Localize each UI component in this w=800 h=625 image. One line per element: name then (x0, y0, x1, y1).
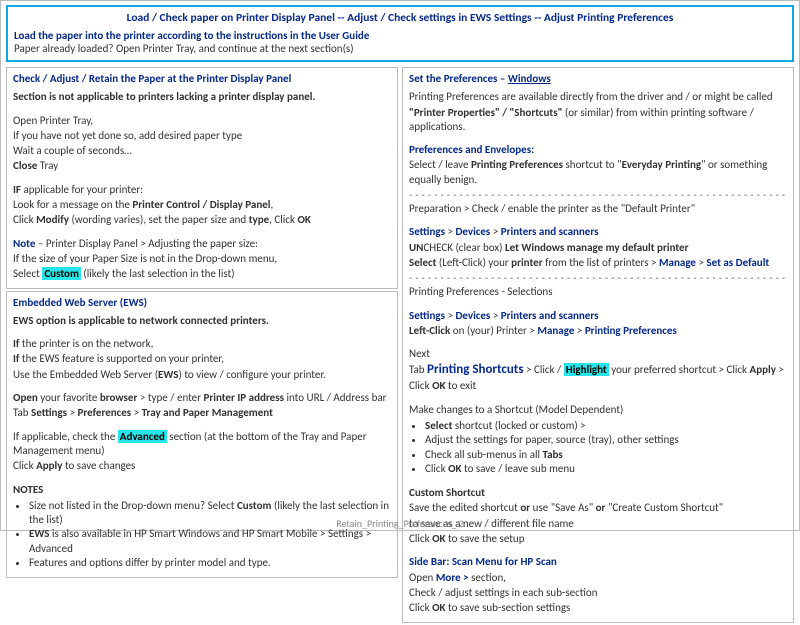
section-check-adjust-paper: Check / Adjust / Retain the Paper at the… (6, 67, 398, 289)
text: Check / adjust settings in each sub-sect… (409, 586, 787, 600)
section-title: Set the Preferences – Windows (409, 72, 787, 86)
shortcut-list: Select shortcut (locked or custom) > Adj… (425, 419, 787, 476)
text: Open More > section, (409, 571, 787, 585)
text: Select / leave Printing Preferences shor… (409, 158, 787, 187)
text: Preferences and Envelopes: (409, 143, 787, 157)
text: Open Printer Tray, (13, 114, 391, 128)
text: Settings > Devices > Printers and scanne… (409, 309, 787, 323)
section-ews: Embedded Web Server (EWS) EWS option is … (6, 291, 398, 579)
text: Click Modify (wording varies), set the p… (13, 213, 391, 227)
list-item: EWS is also available in HP Smart Window… (29, 527, 391, 556)
text: EWS option is applicable to network conn… (13, 314, 391, 328)
separator: - - - - - - - - - - - - - - - - - - - - … (409, 271, 787, 284)
text: Custom Shortcut (409, 486, 787, 500)
notes-heading: NOTES (13, 483, 391, 497)
text: If the EWS feature is supported on your … (13, 352, 391, 366)
notes-list: Size not listed in the Drop-down menu? S… (29, 499, 391, 570)
banner-line2: Paper already loaded? Open Printer Tray,… (14, 42, 786, 55)
section-set-preferences: Set the Preferences – Windows Printing P… (402, 67, 794, 623)
list-item: Adjust the settings for paper, source (t… (425, 433, 787, 447)
text: Tab Settings > Preferences > Tray and Pa… (13, 406, 391, 420)
text: Section is not applicable to printers la… (13, 90, 391, 104)
text: Click OK to save the setup (409, 532, 787, 546)
separator: - - - - - - - - - - - - - - - - - - - - … (409, 188, 787, 201)
text: Make changes to a Shortcut (Model Depend… (409, 403, 787, 417)
list-item: Select shortcut (locked or custom) > (425, 419, 787, 433)
text: If you have not yet done so, add desired… (13, 129, 391, 143)
text: Look for a message on the Printer Contro… (13, 198, 391, 212)
text: If the size of your Paper Size is not in… (13, 252, 391, 266)
text: Use the Embedded Web Server (EWS) to vie… (13, 368, 391, 382)
text: Note – Printer Display Panel > Adjusting… (13, 237, 391, 251)
text: Side Bar: Scan Menu for HP Scan (409, 555, 787, 569)
list-item: Check all sub-menus in all Tabs (425, 448, 787, 462)
list-item: Features and options differ by printer m… (29, 556, 391, 570)
text: If the printer is on the network, (13, 337, 391, 351)
list-item: Click OK to save / leave sub menu (425, 462, 787, 476)
text: Left-Click on (your) Printer > Manage > … (409, 324, 787, 338)
section-title: Embedded Web Server (EWS) (13, 296, 391, 310)
text: If applicable, check the Advanced sectio… (13, 430, 391, 459)
text: UNCHECK (clear box) Let Windows manage m… (409, 241, 787, 255)
text: Select Custom (likely the last selection… (13, 267, 391, 281)
banner-box: Load / Check paper on Printer Display Pa… (6, 5, 794, 62)
text: Settings > Devices > Printers and scanne… (409, 225, 787, 239)
text: Next (409, 347, 787, 361)
text: Save the edited shortcut or use "Save As… (409, 501, 787, 515)
text: Printing Preferences - Selections (409, 285, 787, 299)
text: Wait a couple of seconds… (13, 144, 391, 158)
text: Printing Preferences are available direc… (409, 90, 787, 104)
text: Tab Printing Shortcuts > Click / Highlig… (409, 362, 787, 393)
text: Open your favorite browser > type / ente… (13, 391, 391, 405)
text: "Printer Properties" / "Shortcuts" (or s… (409, 106, 787, 135)
banner-line1: Load the paper into the printer accordin… (14, 29, 786, 42)
text: Select (Left-Click) your printer from th… (409, 256, 787, 270)
text: IF applicable for your printer: (13, 183, 391, 197)
text: Click Apply to save changes (13, 459, 391, 473)
text: Click OK to save sub-section settings (409, 601, 787, 615)
banner-title: Load / Check paper on Printer Display Pa… (14, 9, 786, 29)
section-title: Check / Adjust / Retain the Paper at the… (13, 72, 391, 86)
page-footer: Retain_Printing_Preferences_ 2 (0, 517, 800, 530)
text: Close Tray (13, 159, 391, 173)
text: Preparation > Check / enable the printer… (409, 202, 787, 216)
